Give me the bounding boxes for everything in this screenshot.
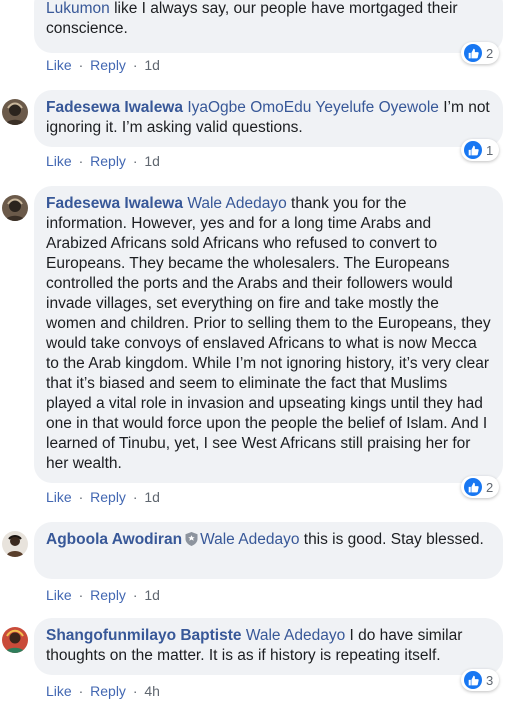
comment-actions: Like · Reply · 4h [46,682,160,700]
comment-bubble: Shangofunmilayo Baptiste Wale Adedayo I … [34,618,503,675]
reaction-number: 2 [486,479,494,495]
comment-actions: Like · Reply · 1d [46,586,160,604]
like-link[interactable]: Like [46,489,72,505]
comment-actions: Like · Reply · 1d [46,488,160,506]
separator: · [78,587,84,603]
commenter-name[interactable]: Fadesewa Iwalewa [46,195,183,212]
reply-link[interactable]: Reply [90,489,126,505]
comment-actions: Like · Reply · 1d [46,152,160,170]
reply-link[interactable]: Reply [90,57,126,73]
reaction-number: 1 [486,142,494,158]
reaction-count[interactable]: 2 [461,42,500,64]
timestamp[interactable]: 4h [144,683,160,699]
avatar[interactable] [2,99,28,125]
timestamp[interactable]: 1d [144,57,160,73]
comment-bubble: Fadesewa Iwalewa Wale Adedayo thank you … [34,186,503,483]
separator: · [132,683,138,699]
thumbs-up-icon [464,141,482,159]
thumbs-up-icon [464,44,482,62]
separator: · [78,57,84,73]
comment-text: thank you for the information. However, … [46,195,491,472]
thumbs-up-icon [464,671,482,689]
comment-bubble: Lukumon like I always say, our people ha… [34,0,503,53]
comment-text: this is good. Stay blessed. [299,531,484,548]
separator: · [132,153,138,169]
mention-tag[interactable]: Wale Adedayo [187,195,286,212]
timestamp[interactable]: 1d [144,489,160,505]
top-fan-badge-icon [185,532,198,546]
like-link[interactable]: Like [46,587,72,603]
reaction-count[interactable]: 3 [461,669,500,691]
mention-tag[interactable]: Wale Adedayo [200,531,299,548]
comment-bubble: Fadesewa Iwalewa IyaOgbe OmoEdu Yeyelufe… [34,90,503,147]
timestamp[interactable]: 1d [144,153,160,169]
separator: · [132,587,138,603]
commenter-name[interactable]: Agboola Awodiran [46,531,182,548]
avatar[interactable] [2,627,28,653]
reaction-number: 2 [486,45,494,61]
mention-tag[interactable]: IyaOgbe OmoEdu Yeyelufe Oyewole [187,99,439,116]
thumbs-up-icon [464,478,482,496]
separator: · [78,683,84,699]
commenter-name[interactable]: Fadesewa Iwalewa [46,99,183,116]
avatar[interactable] [2,531,28,557]
separator: · [78,489,84,505]
comment-bubble: Agboola Awodiran Wale Adedayo this is goo… [34,522,503,579]
reaction-count[interactable]: 2 [461,476,500,498]
avatar[interactable] [2,195,28,221]
reply-link[interactable]: Reply [90,153,126,169]
mention-tag[interactable]: Lukumon [46,0,110,17]
like-link[interactable]: Like [46,57,72,73]
reply-link[interactable]: Reply [90,587,126,603]
separator: · [132,489,138,505]
separator: · [78,153,84,169]
like-link[interactable]: Like [46,153,72,169]
separator: · [132,57,138,73]
like-link[interactable]: Like [46,683,72,699]
reply-link[interactable]: Reply [90,683,126,699]
mention-tag[interactable]: Wale Adedayo [246,627,345,644]
reaction-number: 3 [486,672,494,688]
comment-actions: Like · Reply · 1d [46,56,160,74]
reaction-count[interactable]: 1 [461,139,500,161]
commenter-name[interactable]: Shangofunmilayo Baptiste [46,627,242,644]
timestamp[interactable]: 1d [144,587,160,603]
